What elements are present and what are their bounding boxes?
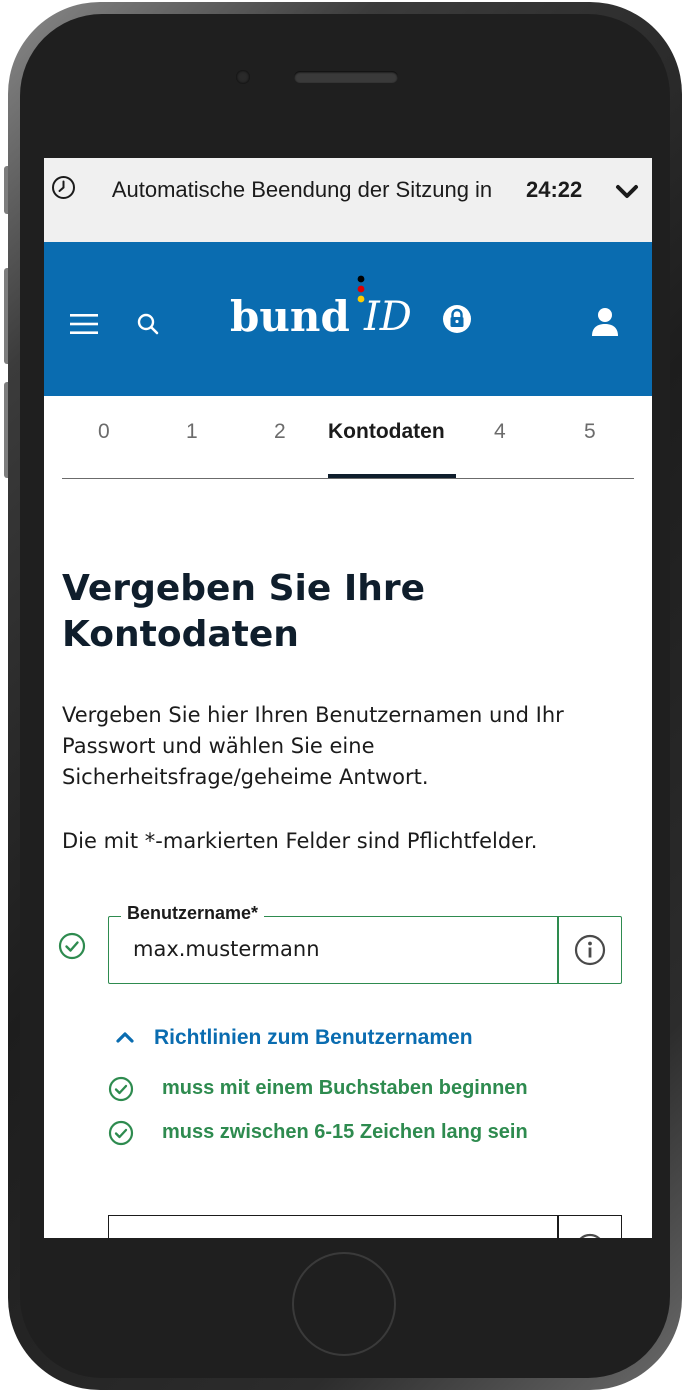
username-rule: muss mit einem Buchstaben beginnen [108,1076,628,1106]
step-kontodaten[interactable]: Kontodaten [328,420,445,444]
clock-icon [52,176,75,199]
user-icon[interactable] [590,306,620,338]
check-circle-icon [108,1076,134,1102]
chevron-down-icon[interactable] [614,180,640,202]
username-rule-text: muss mit einem Buchstaben beginnen [162,1077,528,1099]
username-rule-text: muss zwischen 6-15 Zeichen lang sein [162,1121,528,1143]
step-5[interactable]: 5 [584,420,596,444]
username-label: Benutzername* [121,903,265,924]
home-button[interactable] [292,1252,396,1356]
username-rule: muss zwischen 6-15 Zeichen lang sein [108,1120,628,1150]
logo-text-id: ID [364,294,412,340]
session-timeout-time: 24:22 [526,177,583,202]
search-icon[interactable] [136,312,160,336]
front-camera [236,70,250,84]
username-input[interactable]: max.mustermann [133,937,320,961]
page-title: Vergeben Sie Ihre Kontodaten [62,568,426,655]
lock-icon [443,305,471,333]
check-circle-icon [58,932,86,960]
username-rules-toggle[interactable]: Richtlinien zum Benutzernamen [116,1026,576,1056]
username-field[interactable]: Benutzername* max.mustermann [108,903,622,984]
step-4[interactable]: 4 [494,420,506,444]
active-step-indicator [328,474,456,478]
chevron-up-icon [116,1032,134,1043]
field-divider [557,917,559,983]
info-icon[interactable] [573,933,607,967]
field-divider [557,1216,559,1238]
session-timeout-bar: Automatische Beendung der Sitzung in 24:… [44,158,652,242]
info-icon[interactable] [573,1232,607,1238]
password-field[interactable] [108,1215,622,1238]
session-timeout-message: Automatische Beendung der Sitzung in [111,177,493,202]
step-1[interactable]: 1 [186,420,198,444]
logo-text-bund: bund [230,292,350,341]
earpiece-speaker [294,71,398,83]
bundid-logo[interactable]: bund ID [230,275,480,352]
hamburger-menu-icon[interactable] [70,312,98,336]
step-navigation: 0 1 2 Kontodaten 4 5 [62,398,634,479]
username-rules-label: Richtlinien zum Benutzernamen [154,1026,473,1049]
step-2[interactable]: 2 [274,420,286,444]
required-fields-note: Die mit *-markierten Felder sind Pflicht… [62,829,538,853]
intro-text: Vergeben Sie hier Ihren Benutzernamen un… [62,703,564,789]
site-header: bund ID [44,242,652,396]
step-0[interactable]: 0 [98,420,110,444]
check-circle-icon [108,1120,134,1146]
screen: Automatische Beendung der Sitzung in 24:… [44,158,652,1238]
